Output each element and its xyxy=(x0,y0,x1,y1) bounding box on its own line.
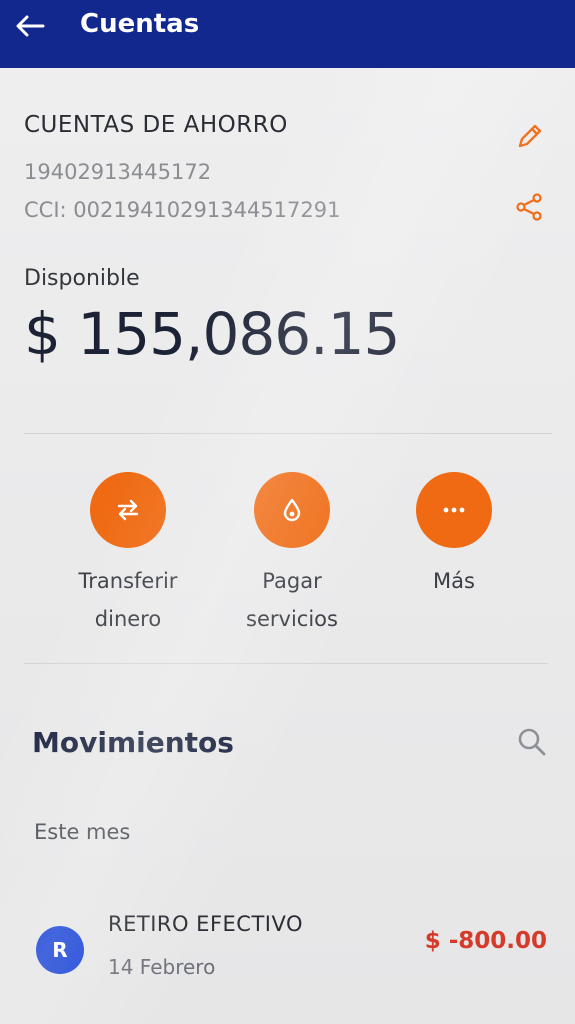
pay-services-button[interactable]: Pagar servicios xyxy=(212,472,372,638)
more-label: Más xyxy=(374,562,534,600)
pay-services-label: Pagar servicios xyxy=(212,562,372,638)
more-label-line1: Más xyxy=(433,569,475,593)
transfer-arrows-icon xyxy=(117,499,139,521)
transfer-circle xyxy=(90,472,166,548)
transfer-label-line2: dinero xyxy=(94,607,162,631)
transaction-amount: $ -800.00 xyxy=(424,928,547,954)
pay-services-label-line1: Pagar xyxy=(262,569,322,593)
drop-icon xyxy=(283,498,301,522)
account-type: CUENTAS DE AHORRO xyxy=(24,112,288,138)
transfer-label-line1: Transferir xyxy=(78,569,178,593)
balance-amount: $ 155,086.15 xyxy=(24,300,400,368)
more-dots-icon xyxy=(443,507,465,513)
movements-title: Movimientos xyxy=(32,726,234,759)
transaction-date: 14 Febrero xyxy=(108,955,216,979)
transfer-button[interactable]: Transferir dinero xyxy=(48,472,208,638)
divider xyxy=(24,663,548,664)
available-label: Disponible xyxy=(24,266,140,291)
period-label: Este mes xyxy=(34,820,131,844)
edit-button[interactable] xyxy=(512,120,546,154)
share-icon xyxy=(516,193,542,221)
page-title: Cuentas xyxy=(80,9,200,39)
share-button[interactable] xyxy=(512,190,546,224)
transaction-title[interactable]: RETIRO EFECTIVO xyxy=(108,912,303,936)
divider xyxy=(24,433,552,434)
more-circle xyxy=(416,472,492,548)
avatar: R xyxy=(36,926,84,974)
pay-services-circle xyxy=(254,472,330,548)
pencil-icon xyxy=(518,124,542,148)
app-bar: Cuentas xyxy=(0,0,575,68)
search-button[interactable] xyxy=(514,724,550,760)
more-button[interactable]: Más xyxy=(374,472,534,600)
arrow-left-icon xyxy=(16,15,45,37)
account-number: 19402913445172 xyxy=(24,160,212,184)
account-cci: CCI: 00219410291344517291 xyxy=(24,198,341,222)
transfer-label: Transferir dinero xyxy=(48,562,208,638)
back-button[interactable] xyxy=(10,6,50,46)
search-icon xyxy=(518,728,546,756)
pay-services-label-line2: servicios xyxy=(246,607,338,631)
